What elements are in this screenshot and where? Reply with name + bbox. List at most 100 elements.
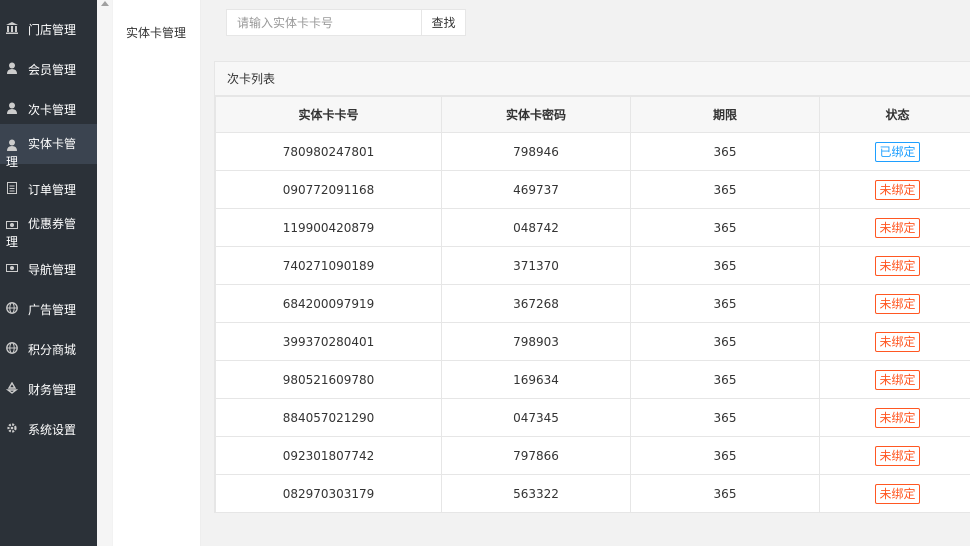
column-header-term: 期限	[630, 96, 820, 133]
status-cell: 未绑定	[819, 474, 970, 513]
table-header-row: 实体卡卡号 实体卡密码 期限 状态	[215, 96, 970, 133]
table-row: 980521609780 169634 365 未绑定	[215, 360, 970, 399]
sidebar-item-10[interactable]: 系统设置	[0, 404, 97, 444]
search-button[interactable]: 查找	[421, 9, 466, 36]
sidebar-item-4[interactable]: 订单管理	[0, 164, 97, 204]
card-number-cell: 090772091168	[215, 170, 442, 209]
status-badge: 未绑定	[875, 255, 920, 276]
sidebar-item-label: 订单管理	[28, 183, 77, 197]
table-row: 780980247801 798946 365 已绑定	[215, 132, 970, 171]
status-cell: 已绑定	[819, 132, 970, 171]
card-number-cell: 399370280401	[215, 322, 442, 361]
table-row: 082970303179 563322 365 未绑定	[215, 474, 970, 513]
status-badge: 未绑定	[875, 407, 920, 428]
card-password-cell: 469737	[441, 170, 631, 209]
card-list-panel: 次卡列表 实体卡卡号 实体卡密码 期限 状态 780980247801 79894…	[214, 61, 970, 513]
status-badge: 未绑定	[875, 369, 920, 390]
user-icon	[6, 102, 18, 114]
sidebar-item-6[interactable]: 导航管理	[0, 244, 97, 284]
status-cell: 未绑定	[819, 398, 970, 437]
sidebar-item-label: 导航管理	[28, 263, 77, 277]
sidebar-item-2[interactable]: 次卡管理	[0, 84, 97, 124]
sidebar-item-label: 会员管理	[28, 63, 77, 77]
sidebar-item-label: 系统设置	[28, 423, 77, 437]
column-header-status: 状态	[819, 96, 970, 133]
submenu-item-physical-card[interactable]: 实体卡管理	[126, 24, 186, 41]
card-number-cell: 780980247801	[215, 132, 442, 171]
term-cell: 365	[630, 208, 820, 247]
term-cell: 365	[630, 170, 820, 209]
submenu: 实体卡管理	[113, 0, 201, 546]
card-number-cell: 980521609780	[215, 360, 442, 399]
sidebar-item-label: 次卡管理	[28, 103, 77, 117]
user-icon	[6, 62, 18, 74]
term-cell: 365	[630, 322, 820, 361]
card-password-cell: 798903	[441, 322, 631, 361]
table-row: 090772091168 469737 365 未绑定	[215, 170, 970, 209]
card-table: 实体卡卡号 实体卡密码 期限 状态 780980247801 798946 365 已…	[215, 96, 970, 513]
status-cell: 未绑定	[819, 360, 970, 399]
card-password-cell: 563322	[441, 474, 631, 513]
card-number-cell: 092301807742	[215, 436, 442, 475]
sidebar-item-label: 广告管理	[28, 303, 77, 317]
table-row: 684200097919 367268 365 未绑定	[215, 284, 970, 323]
sidebar: 门店管理会员管理次卡管理实体卡管理订单管理优惠券管理导航管理广告管理积分商城财务…	[0, 0, 97, 546]
table-row: 119900420879 048742 365 未绑定	[215, 208, 970, 247]
card-number-cell: 684200097919	[215, 284, 442, 323]
sidebar-item-8[interactable]: 积分商城	[0, 324, 97, 364]
recycle-icon	[5, 381, 19, 394]
table-row: 740271090189 371370 365 未绑定	[215, 246, 970, 285]
sidebar-item-3[interactable]: 实体卡管理	[0, 124, 97, 169]
document-icon	[6, 182, 18, 194]
sidebar-item-label: 门店管理	[28, 23, 77, 37]
table-row: 884057021290 047345 365 未绑定	[215, 398, 970, 437]
gear-icon	[6, 422, 18, 434]
column-header-card-number: 实体卡卡号	[215, 96, 442, 133]
term-cell: 365	[630, 436, 820, 475]
status-cell: 未绑定	[819, 436, 970, 475]
card-password-cell: 371370	[441, 246, 631, 285]
status-badge: 未绑定	[875, 217, 920, 238]
card-password-cell: 798946	[441, 132, 631, 171]
search-input[interactable]	[226, 9, 422, 36]
term-cell: 365	[630, 284, 820, 323]
status-badge: 未绑定	[875, 293, 920, 314]
term-cell: 365	[630, 246, 820, 285]
globe-icon	[6, 342, 18, 354]
bank-icon	[6, 22, 18, 34]
table-row: 092301807742 797866 365 未绑定	[215, 436, 970, 475]
term-cell: 365	[630, 398, 820, 437]
status-badge: 未绑定	[875, 331, 920, 352]
card-number-cell: 119900420879	[215, 208, 442, 247]
status-badge: 已绑定	[875, 141, 920, 162]
card-password-cell: 047345	[441, 398, 631, 437]
table-row: 399370280401 798903 365 未绑定	[215, 322, 970, 361]
globe-icon	[6, 302, 18, 314]
status-cell: 未绑定	[819, 246, 970, 285]
term-cell: 365	[630, 360, 820, 399]
sidebar-item-9[interactable]: 财务管理	[0, 364, 97, 404]
status-badge: 未绑定	[875, 483, 920, 504]
card-password-cell: 048742	[441, 208, 631, 247]
status-cell: 未绑定	[819, 170, 970, 209]
card-password-cell: 169634	[441, 360, 631, 399]
card-number-cell: 740271090189	[215, 246, 442, 285]
sidebar-item-1[interactable]: 会员管理	[0, 44, 97, 84]
status-badge: 未绑定	[875, 445, 920, 466]
card-password-cell: 367268	[441, 284, 631, 323]
card-password-cell: 797866	[441, 436, 631, 475]
money-icon	[6, 262, 18, 274]
status-cell: 未绑定	[819, 284, 970, 323]
status-cell: 未绑定	[819, 322, 970, 361]
status-cell: 未绑定	[819, 208, 970, 247]
sidebar-item-5[interactable]: 优惠券管理	[0, 204, 97, 249]
scroll-up-arrow-icon[interactable]	[100, 0, 110, 8]
card-number-cell: 884057021290	[215, 398, 442, 437]
sidebar-item-label: 财务管理	[28, 383, 77, 397]
term-cell: 365	[630, 474, 820, 513]
sidebar-item-label: 积分商城	[28, 343, 77, 357]
sidebar-item-7[interactable]: 广告管理	[0, 284, 97, 324]
column-header-card-password: 实体卡密码	[441, 96, 631, 133]
sidebar-item-0[interactable]: 门店管理	[0, 4, 97, 44]
sidebar-scrollbar[interactable]	[97, 0, 112, 546]
